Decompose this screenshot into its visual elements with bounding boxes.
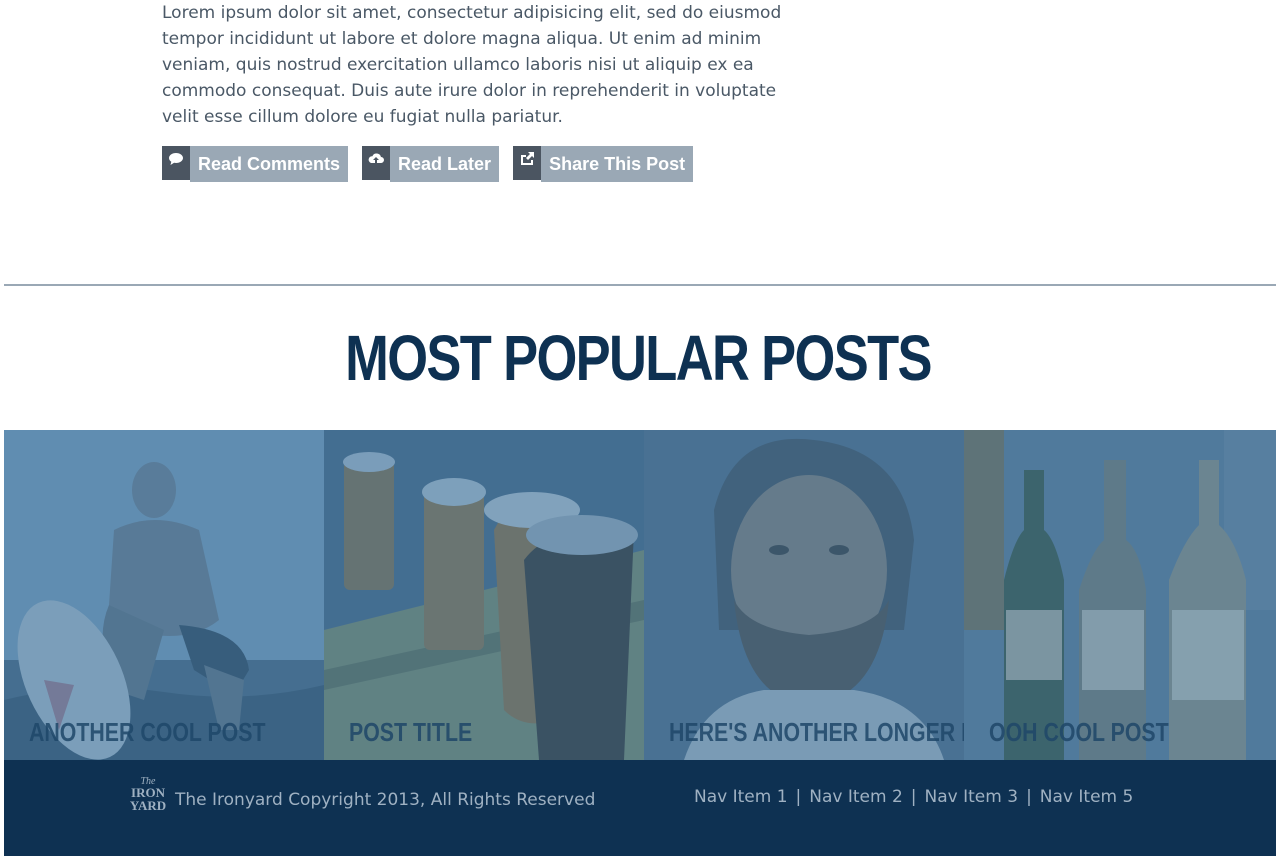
footer-nav-item-5[interactable]: Nav Item 5 xyxy=(1040,787,1134,807)
footer-nav-item-2[interactable]: Nav Item 2 xyxy=(809,787,903,807)
nav-separator: | xyxy=(1026,787,1032,807)
post-caption: ANOTHER COOL POST xyxy=(29,717,266,747)
popular-posts-grid: ANOTHER COOL POST POST TITLE HERE'S ANOT… xyxy=(4,430,1276,760)
tile-overlay xyxy=(644,430,964,760)
read-later-label: Read Later xyxy=(390,146,500,182)
popular-post-tile[interactable]: HERE'S ANOTHER LONGER POST xyxy=(644,430,964,760)
nav-separator: | xyxy=(910,787,917,807)
post-caption: POST TITLE xyxy=(349,717,473,747)
share-post-button[interactable]: Share This Post xyxy=(513,146,694,182)
share-icon xyxy=(513,146,542,180)
popular-post-tile[interactable]: ANOTHER COOL POST xyxy=(4,430,324,760)
footer-nav-item-1[interactable]: Nav Item 1 xyxy=(694,787,788,807)
read-later-button[interactable]: Read Later xyxy=(362,146,500,182)
post-excerpt: Lorem ipsum dolor sit amet, consectetur … xyxy=(162,3,782,127)
post-caption: HERE'S ANOTHER LONGER POST xyxy=(669,717,964,747)
speech-bubble-icon xyxy=(162,146,190,180)
site-footer: The IRON YARD The Ironyard Copyright 201… xyxy=(4,760,1276,856)
section-divider xyxy=(4,284,1276,286)
copyright-text: The Ironyard Copyright 2013, All Rights … xyxy=(175,790,596,810)
tile-overlay xyxy=(964,430,1276,760)
read-comments-button[interactable]: Read Comments xyxy=(162,146,349,182)
post-actions: Read Comments Read Later Share This Post xyxy=(162,146,694,182)
cloud-upload-icon xyxy=(362,146,391,180)
popular-post-tile[interactable]: OOH COOL POST xyxy=(964,430,1276,760)
footer-nav: Nav Item 1 | Nav Item 2 | Nav Item 3 | N… xyxy=(694,787,1133,807)
footer-nav-item-3[interactable]: Nav Item 3 xyxy=(925,787,1019,807)
nav-separator: | xyxy=(795,787,802,807)
post-caption: OOH COOL POST xyxy=(989,717,1169,747)
read-comments-label: Read Comments xyxy=(190,146,349,182)
tile-overlay xyxy=(324,430,644,760)
section-title: MOST POPULAR POSTS xyxy=(345,322,932,394)
popular-post-tile[interactable]: POST TITLE xyxy=(324,430,644,760)
share-post-label: Share This Post xyxy=(541,146,694,182)
tile-overlay xyxy=(4,430,324,760)
svg-text:YARD: YARD xyxy=(130,798,166,813)
ironyard-logo[interactable]: The IRON YARD xyxy=(124,774,172,818)
